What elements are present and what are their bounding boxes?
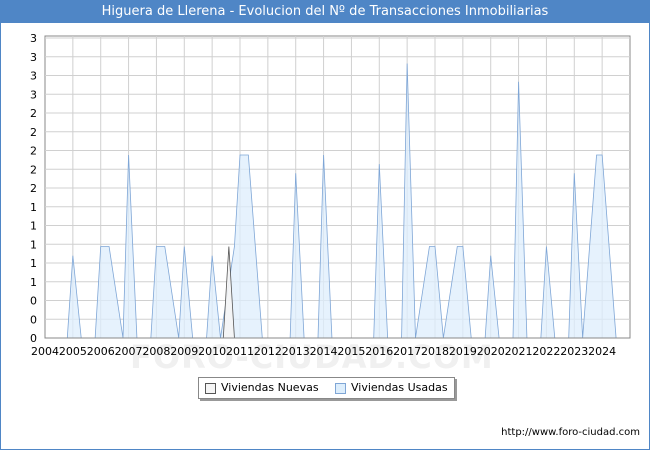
legend-label-usadas: Viviendas Usadas [351,381,448,394]
y-tick-label: 1 [30,238,37,251]
y-tick-label: 2 [30,182,37,195]
y-tick-label: 1 [30,201,37,214]
y-tick-label: 3 [30,51,37,64]
x-tick-label: 2016 [365,345,393,358]
x-tick-label: 2013 [282,345,310,358]
source-url: http://www.foro-ciudad.com [501,427,640,438]
x-tick-label: 2024 [588,345,616,358]
y-tick-label: 0 [30,332,37,345]
x-tick-label: 2011 [226,345,254,358]
legend-label-nuevas: Viviendas Nuevas [221,381,319,394]
y-tick-label: 2 [30,126,37,139]
legend: Viviendas Nuevas Viviendas Usadas [198,377,455,399]
x-tick-label: 2015 [337,345,365,358]
y-tick-label: 2 [30,145,37,158]
y-tick-label: 2 [30,107,37,120]
x-tick-label: 2010 [198,345,226,358]
x-tick-label: 2021 [505,345,533,358]
y-tick-label: 3 [30,32,37,45]
x-tick-label: 2023 [560,345,588,358]
x-tick-label: 2020 [477,345,505,358]
y-tick-label: 1 [30,276,37,289]
x-tick-label: 2012 [254,345,282,358]
x-tick-label: 2022 [532,345,560,358]
y-tick-label: 1 [30,257,37,270]
y-tick-label: 0 [30,295,37,308]
legend-swatch-usadas [335,383,346,394]
x-tick-label: 2019 [449,345,477,358]
x-tick-label: 2018 [421,345,449,358]
x-tick-label: 2017 [393,345,421,358]
y-tick-label: 3 [30,88,37,101]
x-tick-label: 2009 [170,345,198,358]
x-tick-label: 2004 [31,345,59,358]
legend-swatch-nuevas [205,383,216,394]
x-tick-label: 2006 [87,345,115,358]
y-tick-label: 3 [30,70,37,83]
x-tick-label: 2008 [142,345,170,358]
y-tick-label: 2 [30,163,37,176]
x-tick-label: 2005 [59,345,87,358]
y-tick-label: 0 [30,313,37,326]
x-tick-label: 2014 [310,345,338,358]
x-tick-label: 2007 [115,345,143,358]
y-tick-label: 1 [30,220,37,233]
